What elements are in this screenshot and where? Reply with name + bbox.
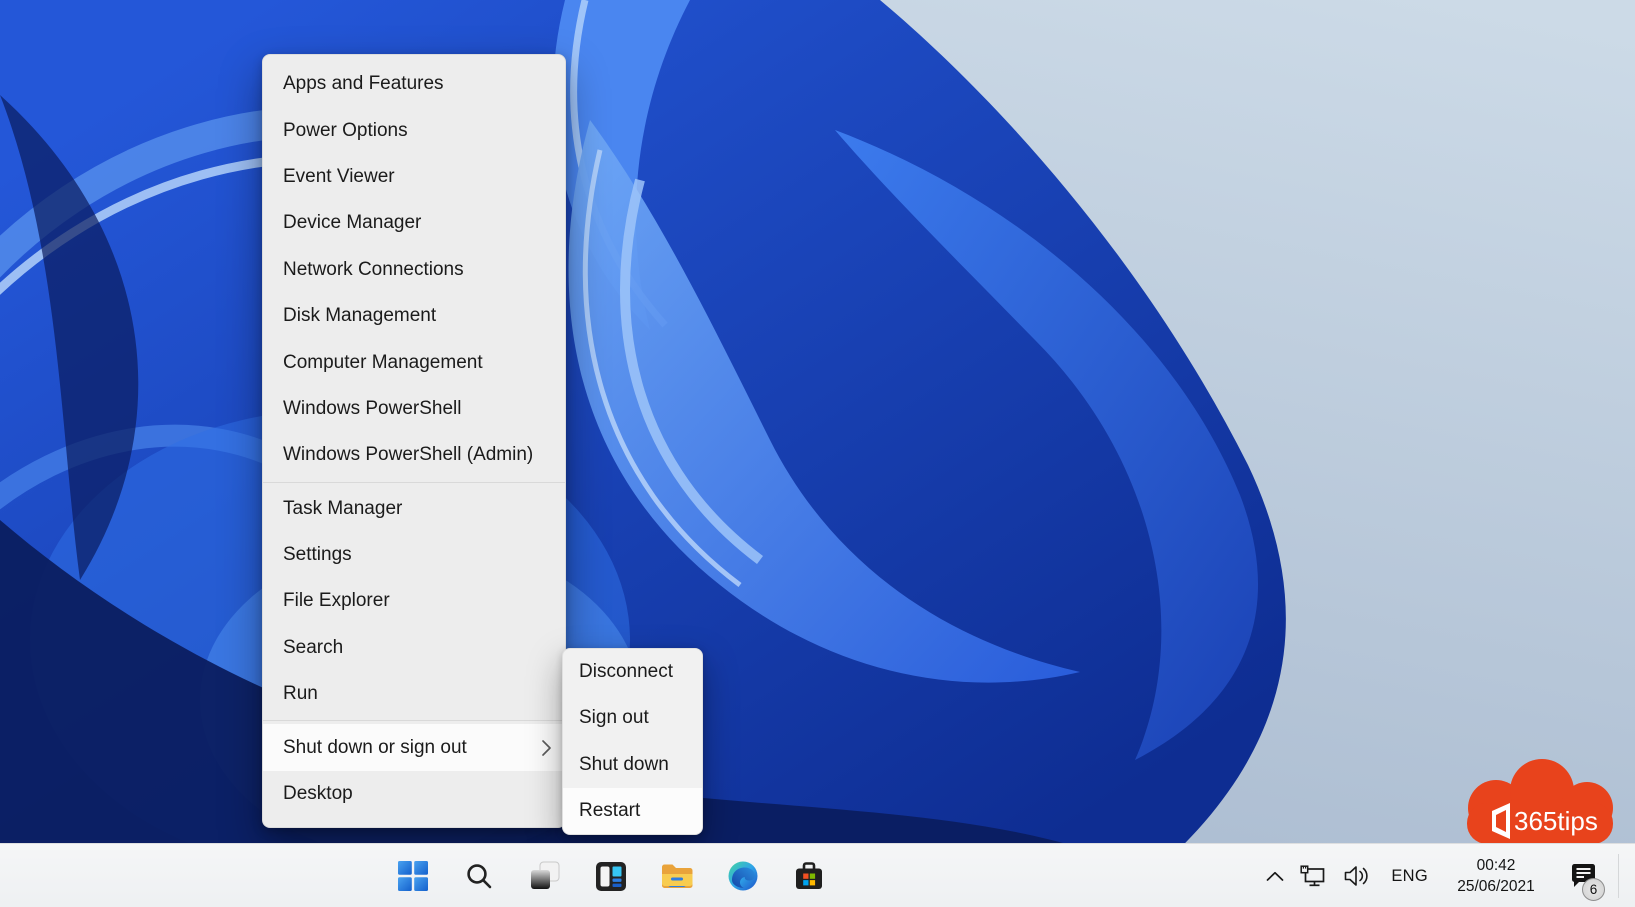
menu-item-label: Sign out xyxy=(579,707,649,729)
task-view-icon xyxy=(530,861,560,891)
file-explorer-icon xyxy=(661,863,693,889)
menu-item-windows-powershell-admin[interactable]: Windows PowerShell (Admin) xyxy=(263,432,565,478)
menu-item-label: Settings xyxy=(283,544,352,566)
menu-item-shut-down-or-sign-out[interactable]: Shut down or sign out xyxy=(263,724,565,770)
desktop-screen: Apps and Features Power Options Event Vi… xyxy=(0,0,1635,907)
menu-item-label: Network Connections xyxy=(283,259,464,281)
menu-item-label: Shut down xyxy=(579,754,669,776)
menu-item-network-connections[interactable]: Network Connections xyxy=(263,247,565,293)
menu-item-device-manager[interactable]: Device Manager xyxy=(263,200,565,246)
menu-item-label: Disconnect xyxy=(579,661,673,683)
search-icon xyxy=(465,862,493,890)
widgets-icon xyxy=(596,862,626,891)
menu-item-run[interactable]: Run xyxy=(263,671,565,717)
menu-item-computer-management[interactable]: Computer Management xyxy=(263,339,565,385)
menu-item-file-explorer[interactable]: File Explorer xyxy=(263,578,565,624)
network-ethernet-icon xyxy=(1300,865,1327,888)
menu-item-search[interactable]: Search xyxy=(263,625,565,671)
menu-separator xyxy=(263,482,565,483)
submenu-item-restart[interactable]: Restart xyxy=(563,788,702,834)
menu-item-desktop[interactable]: Desktop xyxy=(263,771,565,817)
menu-item-label: Power Options xyxy=(283,120,408,142)
menu-item-label: Windows PowerShell xyxy=(283,398,461,420)
menu-item-label: Computer Management xyxy=(283,352,483,374)
notification-count-badge: 6 xyxy=(1582,878,1605,901)
menu-item-label: File Explorer xyxy=(283,590,390,612)
chevron-up-icon xyxy=(1266,871,1284,882)
menu-item-label: Desktop xyxy=(283,783,353,805)
menu-item-label: Device Manager xyxy=(283,212,421,234)
menu-item-label: Shut down or sign out xyxy=(283,737,467,759)
menu-item-label: Task Manager xyxy=(283,498,402,520)
taskbar-icon-group xyxy=(390,848,832,904)
tray-show-hidden-icons-button[interactable] xyxy=(1258,844,1292,907)
tray-language-indicator[interactable]: ENG xyxy=(1377,867,1440,886)
menu-item-power-options[interactable]: Power Options xyxy=(263,107,565,153)
menu-item-label: Search xyxy=(283,637,343,659)
menu-item-settings[interactable]: Settings xyxy=(263,532,565,578)
menu-item-label: Run xyxy=(283,683,318,705)
submenu-item-shut-down[interactable]: Shut down xyxy=(563,742,702,788)
menu-item-label: Event Viewer xyxy=(283,166,395,188)
menu-item-disk-management[interactable]: Disk Management xyxy=(263,293,565,339)
menu-item-task-manager[interactable]: Task Manager xyxy=(263,486,565,532)
tray-time: 00:42 xyxy=(1446,855,1546,876)
menu-item-label: Windows PowerShell (Admin) xyxy=(283,444,533,466)
menu-separator xyxy=(263,720,565,721)
taskbar-start-button[interactable] xyxy=(390,848,436,904)
menu-item-label: Disk Management xyxy=(283,305,436,327)
show-desktop-divider[interactable] xyxy=(1618,854,1619,898)
taskbar-task-view-button[interactable] xyxy=(522,848,568,904)
winx-context-menu: Apps and Features Power Options Event Vi… xyxy=(262,54,566,828)
microsoft-store-icon xyxy=(795,862,823,890)
tray-date: 25/06/2021 xyxy=(1446,876,1546,897)
tray-volume-button[interactable] xyxy=(1335,844,1377,907)
windows-start-icon xyxy=(398,861,428,891)
menu-item-event-viewer[interactable]: Event Viewer xyxy=(263,154,565,200)
menu-item-label: Restart xyxy=(579,800,640,822)
taskbar-search-button[interactable] xyxy=(456,848,502,904)
volume-icon xyxy=(1343,865,1369,887)
menu-item-apps-and-features[interactable]: Apps and Features xyxy=(263,61,565,107)
menu-item-label: Apps and Features xyxy=(283,73,444,95)
tray-clock[interactable]: 00:42 25/06/2021 xyxy=(1446,855,1546,897)
tray-notification-center-button[interactable]: 6 xyxy=(1556,844,1608,907)
menu-item-windows-powershell[interactable]: Windows PowerShell xyxy=(263,386,565,432)
taskbar-microsoft-store-button[interactable] xyxy=(786,848,832,904)
submenu-item-sign-out[interactable]: Sign out xyxy=(563,695,702,741)
system-tray: ENG 00:42 25/06/2021 6 xyxy=(1258,844,1635,907)
taskbar: ENG 00:42 25/06/2021 6 xyxy=(0,843,1635,907)
taskbar-edge-button[interactable] xyxy=(720,848,766,904)
taskbar-widgets-button[interactable] xyxy=(588,848,634,904)
edge-icon xyxy=(728,861,758,891)
taskbar-file-explorer-button[interactable] xyxy=(654,848,700,904)
tray-network-button[interactable] xyxy=(1292,844,1335,907)
desktop-wallpaper[interactable] xyxy=(0,0,1635,907)
submenu-chevron-icon xyxy=(540,737,553,759)
submenu-item-disconnect[interactable]: Disconnect xyxy=(563,649,702,695)
shutdown-submenu: Disconnect Sign out Shut down Restart xyxy=(562,648,703,835)
